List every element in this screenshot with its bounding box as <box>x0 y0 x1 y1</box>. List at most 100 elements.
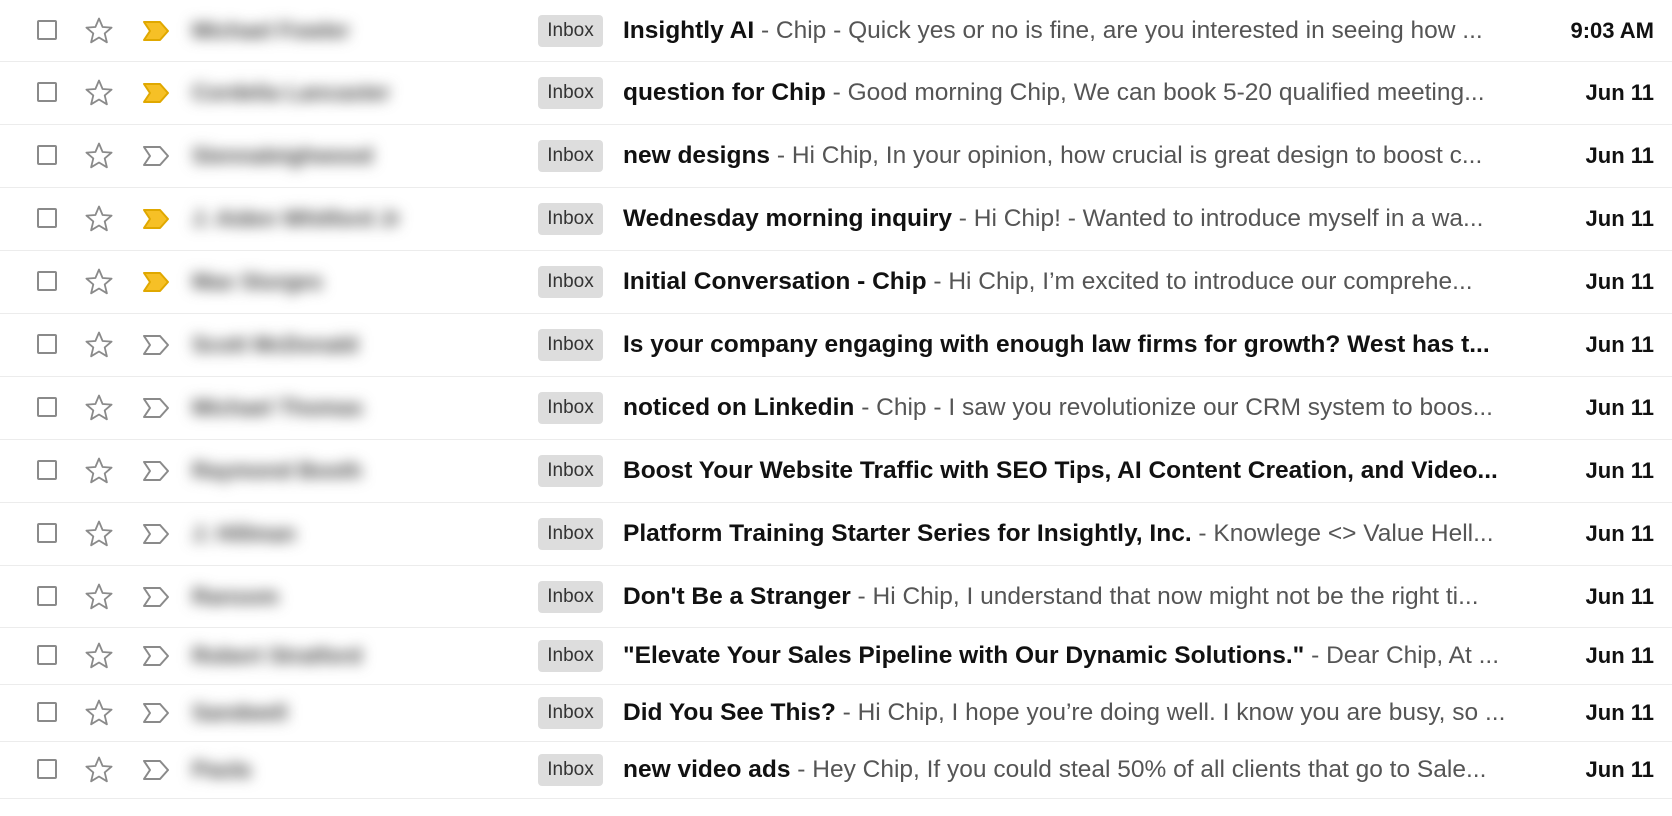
sender-name: J. Hillman <box>192 521 296 546</box>
email-subject: Did You See This? <box>623 699 836 726</box>
email-row[interactable]: Michael Fowler Inbox Insightly AI - Chip… <box>0 0 1672 62</box>
email-subject: Initial Conversation - Chip <box>623 268 927 295</box>
important-marker-icon[interactable] <box>141 333 171 357</box>
important-marker-icon[interactable] <box>141 758 171 782</box>
select-checkbox[interactable] <box>37 334 57 354</box>
email-snippet: Hey Chip, If you could steal 50% of all … <box>812 756 1487 783</box>
email-row[interactable]: Paula Inbox new video ads - Hey Chip, If… <box>0 742 1672 799</box>
inbox-label-badge[interactable]: Inbox <box>538 266 603 298</box>
sender-name: Michael Thomas <box>192 395 364 420</box>
important-marker-icon[interactable] <box>141 207 171 231</box>
select-checkbox[interactable] <box>37 208 57 228</box>
email-content: Boost Your Website Traffic with SEO Tips… <box>623 454 1543 488</box>
select-checkbox[interactable] <box>37 145 57 165</box>
email-row[interactable]: Ransom Inbox Don't Be a Stranger - Hi Ch… <box>0 566 1672 628</box>
star-icon[interactable] <box>83 581 115 613</box>
email-subject: noticed on Linkedin <box>623 394 855 421</box>
sender-name: Cordelia Lancaster <box>192 80 391 105</box>
select-checkbox[interactable] <box>37 645 57 665</box>
email-date: Jun 11 <box>1585 757 1654 782</box>
email-row[interactable]: J. Aiden Whitford Jr Inbox Wednesday mor… <box>0 188 1672 251</box>
inbox-label-badge[interactable]: Inbox <box>538 640 603 672</box>
inbox-label-badge[interactable]: Inbox <box>538 697 603 729</box>
sender-name: Ransom <box>192 583 279 609</box>
inbox-label-badge[interactable]: Inbox <box>538 203 603 235</box>
inbox-label-badge[interactable]: Inbox <box>538 518 603 550</box>
inbox-label-badge[interactable]: Inbox <box>538 754 603 786</box>
star-icon[interactable] <box>83 392 115 424</box>
select-checkbox[interactable] <box>37 82 57 102</box>
select-checkbox[interactable] <box>37 19 57 40</box>
important-marker-icon[interactable] <box>141 144 171 168</box>
inbox-label-badge[interactable]: Inbox <box>538 392 603 424</box>
subject-separator: - <box>770 142 792 169</box>
important-marker-icon[interactable] <box>141 644 171 668</box>
inbox-label-badge[interactable]: Inbox <box>538 455 603 487</box>
email-date: Jun 11 <box>1585 700 1654 725</box>
star-icon[interactable] <box>83 203 115 235</box>
subject-separator: - <box>1191 520 1214 547</box>
important-marker-icon[interactable] <box>141 81 171 105</box>
star-icon[interactable] <box>83 518 115 550</box>
email-row[interactable]: Sandwell Inbox Did You See This? - Hi Ch… <box>0 685 1672 742</box>
email-row[interactable]: Scott McDonald Inbox Is your company eng… <box>0 314 1672 377</box>
select-checkbox[interactable] <box>37 460 57 480</box>
subject-separator: - <box>790 756 813 783</box>
email-snippet: Hi Chip, I’m excited to introduce our co… <box>948 268 1473 295</box>
select-checkbox[interactable] <box>37 397 57 417</box>
select-checkbox[interactable] <box>37 523 57 543</box>
email-content: Don't Be a Stranger - Hi Chip, I underst… <box>623 580 1543 614</box>
important-marker-icon[interactable] <box>141 19 171 43</box>
email-row[interactable]: Robert Stratford Inbox "Elevate Your Sal… <box>0 628 1672 685</box>
important-marker-icon[interactable] <box>141 585 171 609</box>
email-snippet: Hi Chip, I hope you’re doing well. I kno… <box>857 699 1506 726</box>
star-icon[interactable] <box>83 77 115 109</box>
email-row[interactable]: J. Hillman Inbox Platform Training Start… <box>0 503 1672 566</box>
email-content: noticed on Linkedin - Chip - I saw you r… <box>623 391 1543 425</box>
email-content: Did You See This? - Hi Chip, I hope you’… <box>623 696 1543 730</box>
email-row[interactable]: Max Sturges Inbox Initial Conversation -… <box>0 251 1672 314</box>
star-icon[interactable] <box>83 640 115 672</box>
subject-separator: - <box>854 394 877 421</box>
email-date: Jun 11 <box>1585 80 1654 105</box>
inbox-label-badge[interactable]: Inbox <box>538 14 603 47</box>
sender-name: Max Sturges <box>192 269 323 294</box>
email-snippet: Hi Chip! - Wanted to introduce myself in… <box>973 205 1484 232</box>
email-row[interactable]: Siennaleighwood Inbox new designs - Hi C… <box>0 125 1672 188</box>
important-marker-icon[interactable] <box>141 522 171 546</box>
email-row[interactable]: Cordelia Lancaster Inbox question for Ch… <box>0 62 1672 125</box>
inbox-label-badge[interactable]: Inbox <box>538 329 603 361</box>
select-checkbox[interactable] <box>37 759 57 779</box>
email-content: Initial Conversation - Chip - Hi Chip, I… <box>623 265 1543 299</box>
star-icon[interactable] <box>83 754 115 786</box>
star-icon[interactable] <box>83 329 115 361</box>
email-date: 9:03 AM <box>1570 17 1654 43</box>
email-content: Is your company engaging with enough law… <box>623 328 1543 362</box>
select-checkbox[interactable] <box>37 702 57 722</box>
inbox-label-badge[interactable]: Inbox <box>538 77 603 109</box>
important-marker-icon[interactable] <box>141 459 171 483</box>
star-icon[interactable] <box>83 266 115 298</box>
email-date: Jun 11 <box>1585 583 1654 609</box>
email-date: Jun 11 <box>1585 521 1654 546</box>
inbox-label-badge[interactable]: Inbox <box>538 140 603 172</box>
important-marker-icon[interactable] <box>141 701 171 725</box>
important-marker-icon[interactable] <box>141 270 171 294</box>
subject-separator: - <box>850 582 873 610</box>
star-icon[interactable] <box>83 15 115 47</box>
inbox-label-badge[interactable]: Inbox <box>538 580 603 613</box>
star-icon[interactable] <box>83 455 115 487</box>
email-content: "Elevate Your Sales Pipeline with Our Dy… <box>623 639 1543 673</box>
select-checkbox[interactable] <box>37 585 57 606</box>
email-row[interactable]: Raymond Booth Inbox Boost Your Website T… <box>0 440 1672 503</box>
subject-separator: - <box>835 699 858 726</box>
email-content: Platform Training Starter Series for Ins… <box>623 517 1543 551</box>
star-icon[interactable] <box>83 140 115 172</box>
email-content: new designs - Hi Chip, In your opinion, … <box>623 139 1543 173</box>
important-marker-icon[interactable] <box>141 396 171 420</box>
star-icon[interactable] <box>83 697 115 729</box>
select-checkbox[interactable] <box>37 271 57 291</box>
subject-separator: - <box>754 16 776 44</box>
email-subject: "Elevate Your Sales Pipeline with Our Dy… <box>623 642 1305 669</box>
email-row[interactable]: Michael Thomas Inbox noticed on Linkedin… <box>0 377 1672 440</box>
